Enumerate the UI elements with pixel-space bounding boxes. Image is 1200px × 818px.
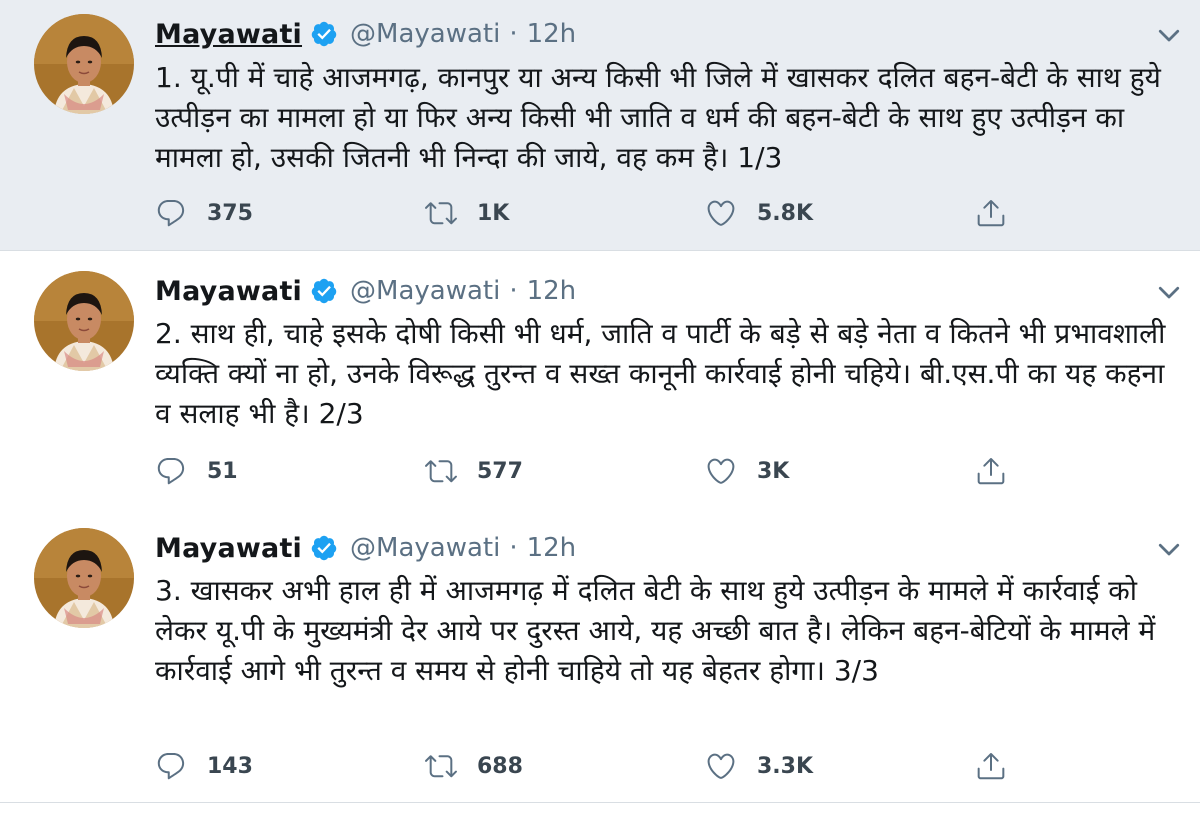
like-count: 5.8K [757, 200, 814, 226]
avatar-image [34, 14, 134, 114]
tweet-actions: 143 688 3.3K [155, 746, 1025, 786]
user-handle[interactable]: @Mayawati [350, 19, 500, 49]
timestamp[interactable]: 12h [527, 276, 577, 306]
user-handle[interactable]: @Mayawati [350, 276, 500, 306]
verified-badge-icon [310, 20, 338, 48]
retweet-count: 1K [477, 200, 510, 226]
chevron-down-icon[interactable] [1154, 534, 1184, 564]
avatar-image [34, 528, 134, 628]
share-button[interactable] [975, 193, 1007, 233]
retweet-button[interactable]: 688 [425, 746, 523, 786]
avatar[interactable] [34, 14, 134, 114]
like-count: 3K [757, 458, 790, 484]
separator-dot: · [509, 276, 518, 306]
tweet-1[interactable]: Mayawati @Mayawati · 12h 1. यू.पी में चा… [0, 0, 1200, 250]
reply-count: 375 [207, 200, 253, 226]
like-count: 3.3K [757, 753, 814, 779]
share-icon [975, 455, 1007, 487]
reply-icon [155, 455, 187, 487]
reply-count: 51 [207, 458, 238, 484]
like-button[interactable]: 5.8K [705, 193, 813, 233]
tweet-text: 2. साथ ही, चाहे इसके दोषी किसी भी धर्म, … [155, 317, 1166, 430]
reply-button[interactable]: 375 [155, 193, 253, 233]
timestamp[interactable]: 12h [527, 19, 577, 49]
retweet-button[interactable]: 1K [425, 193, 509, 233]
heart-icon [705, 750, 737, 782]
heart-icon [705, 197, 737, 229]
verified-badge-icon [310, 534, 338, 562]
tweet-text: 1. यू.पी में चाहे आजमगढ़, कानपुर या अन्य… [155, 61, 1161, 174]
display-name[interactable]: Mayawati [155, 276, 302, 307]
tweet-header: Mayawati @Mayawati · 12h [155, 14, 576, 54]
heart-icon [705, 455, 737, 487]
retweet-icon [425, 197, 457, 229]
bottom-divider [0, 802, 1200, 803]
chevron-down-icon[interactable] [1154, 277, 1184, 307]
display-name[interactable]: Mayawati [155, 19, 302, 50]
chevron-down-icon[interactable] [1154, 20, 1184, 50]
user-handle[interactable]: @Mayawati [350, 533, 500, 563]
avatar-image [34, 271, 134, 371]
reply-button[interactable]: 143 [155, 746, 253, 786]
like-button[interactable]: 3.3K [705, 746, 813, 786]
timestamp[interactable]: 12h [527, 533, 577, 563]
separator-dot: · [509, 533, 518, 563]
reply-icon [155, 197, 187, 229]
retweet-button[interactable]: 577 [425, 451, 523, 491]
reply-icon [155, 750, 187, 782]
retweet-icon [425, 750, 457, 782]
reply-count: 143 [207, 753, 253, 779]
share-icon [975, 750, 1007, 782]
separator-dot: · [509, 19, 518, 49]
tweet-text: 3. खासकर अभी हाल ही में आजमगढ़ में दलित … [155, 574, 1156, 687]
tweet-header: Mayawati @Mayawati · 12h [155, 271, 576, 311]
like-button[interactable]: 3K [705, 451, 789, 491]
tweet-actions: 51 577 3K [155, 451, 1025, 491]
avatar[interactable] [34, 528, 134, 628]
tweet-2[interactable]: Mayawati @Mayawati · 12h 2. साथ ही, चाहे… [0, 250, 1200, 508]
share-icon [975, 197, 1007, 229]
verified-badge-icon [310, 277, 338, 305]
share-button[interactable] [975, 451, 1007, 491]
avatar[interactable] [34, 271, 134, 371]
display-name[interactable]: Mayawati [155, 533, 302, 564]
share-button[interactable] [975, 746, 1007, 786]
tweet-header: Mayawati @Mayawati · 12h [155, 528, 576, 568]
retweet-count: 688 [477, 753, 523, 779]
tweet-thread: Mayawati @Mayawati · 12h 1. यू.पी में चा… [0, 0, 1200, 818]
tweet-3[interactable]: Mayawati @Mayawati · 12h 3. खासकर अभी हा… [0, 508, 1200, 804]
retweet-icon [425, 455, 457, 487]
reply-button[interactable]: 51 [155, 451, 238, 491]
tweet-actions: 375 1K 5.8K [155, 193, 1025, 233]
retweet-count: 577 [477, 458, 523, 484]
